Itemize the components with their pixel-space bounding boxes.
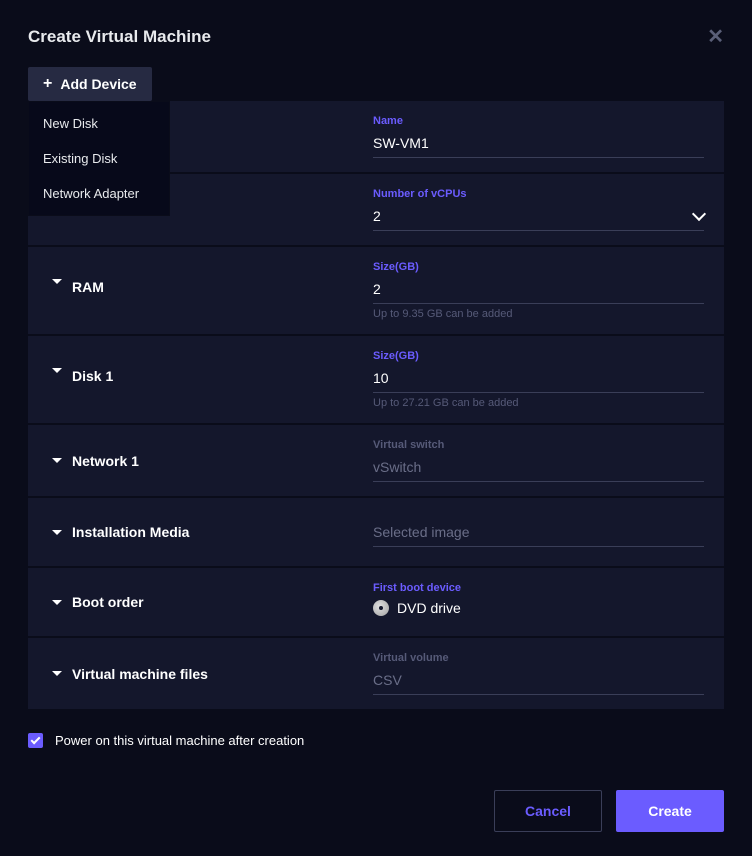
- vm-files-label: Virtual volume: [373, 652, 704, 664]
- section-install-media-body: Selected image: [373, 498, 724, 566]
- create-button[interactable]: Create: [616, 790, 724, 832]
- caret-icon: [52, 458, 62, 463]
- disk1-input[interactable]: 10: [373, 366, 704, 393]
- check-icon: [31, 735, 41, 745]
- power-on-checkbox[interactable]: [28, 733, 43, 748]
- network1-select[interactable]: vSwitch: [373, 455, 704, 482]
- close-icon[interactable]: ✕: [707, 24, 724, 49]
- section-disk1-header[interactable]: Disk 1: [28, 336, 373, 423]
- menu-item-new-disk[interactable]: New Disk: [29, 106, 169, 141]
- section-vm-files-title: Virtual machine files: [72, 666, 208, 682]
- install-media-select[interactable]: Selected image: [373, 520, 704, 547]
- section-vm-files: Virtual machine files Virtual volume CSV: [28, 636, 724, 709]
- section-boot-order-header[interactable]: Boot order: [28, 568, 373, 636]
- disc-icon: [373, 600, 389, 616]
- section-network1-header[interactable]: Network 1: [28, 425, 373, 496]
- caret-icon: [52, 530, 62, 535]
- vm-files-select[interactable]: CSV: [373, 668, 704, 695]
- name-label: Name: [373, 115, 704, 127]
- caret-icon: [52, 368, 62, 373]
- boot-device-value: DVD drive: [397, 600, 461, 616]
- cancel-button[interactable]: Cancel: [494, 790, 602, 832]
- caret-icon: [52, 671, 62, 676]
- add-device-menu: New Disk Existing Disk Network Adapter: [28, 101, 170, 216]
- boot-order-label: First boot device: [373, 582, 704, 594]
- dialog-title: Create Virtual Machine: [28, 27, 211, 47]
- chevron-down-icon: [692, 207, 706, 221]
- boot-device-item[interactable]: DVD drive: [373, 598, 704, 618]
- section-disk1-body: Size(GB) 10 Up to 27.21 GB can be added: [373, 336, 724, 423]
- add-device-label: Add Device: [60, 76, 136, 92]
- disk1-label: Size(GB): [373, 350, 704, 362]
- menu-item-network-adapter[interactable]: Network Adapter: [29, 176, 169, 211]
- plus-icon: +: [43, 76, 52, 92]
- section-general-body: Name SW-VM1: [373, 101, 724, 172]
- section-ram-header[interactable]: RAM: [28, 247, 373, 334]
- dialog-header: Create Virtual Machine ✕: [28, 24, 724, 49]
- add-device-wrap: + Add Device New Disk Existing Disk Netw…: [28, 67, 152, 101]
- caret-icon: [52, 600, 62, 605]
- section-disk1: Disk 1 Size(GB) 10 Up to 27.21 GB can be…: [28, 334, 724, 423]
- section-install-media-header[interactable]: Installation Media: [28, 498, 373, 566]
- vcpu-label: Number of vCPUs: [373, 188, 704, 200]
- footer-buttons: Cancel Create: [28, 790, 724, 832]
- section-ram-body: Size(GB) 2 Up to 9.35 GB can be added: [373, 247, 724, 334]
- network1-label: Virtual switch: [373, 439, 704, 451]
- disk1-hint: Up to 27.21 GB can be added: [373, 397, 704, 409]
- vcpu-value: 2: [373, 208, 381, 224]
- section-ram-title: RAM: [72, 279, 104, 295]
- power-on-checkbox-row: Power on this virtual machine after crea…: [28, 733, 724, 748]
- section-install-media-title: Installation Media: [72, 524, 189, 540]
- add-device-button[interactable]: + Add Device: [28, 67, 152, 101]
- section-network1: Network 1 Virtual switch vSwitch: [28, 423, 724, 496]
- create-vm-dialog: Create Virtual Machine ✕ + Add Device Ne…: [0, 0, 752, 856]
- section-boot-order-body: First boot device DVD drive: [373, 568, 724, 636]
- vcpu-select[interactable]: 2: [373, 204, 704, 231]
- section-ram: RAM Size(GB) 2 Up to 9.35 GB can be adde…: [28, 245, 724, 334]
- name-input[interactable]: SW-VM1: [373, 131, 704, 158]
- power-on-label: Power on this virtual machine after crea…: [55, 733, 304, 748]
- section-cpu-body: Number of vCPUs 2: [373, 174, 724, 245]
- section-disk1-title: Disk 1: [72, 368, 113, 384]
- section-boot-order: Boot order First boot device DVD drive: [28, 566, 724, 636]
- ram-hint: Up to 9.35 GB can be added: [373, 308, 704, 320]
- section-network1-body: Virtual switch vSwitch: [373, 425, 724, 496]
- menu-item-existing-disk[interactable]: Existing Disk: [29, 141, 169, 176]
- section-network1-title: Network 1: [72, 453, 139, 469]
- ram-input[interactable]: 2: [373, 277, 704, 304]
- caret-icon: [52, 279, 62, 284]
- section-vm-files-body: Virtual volume CSV: [373, 638, 724, 709]
- section-install-media: Installation Media Selected image: [28, 496, 724, 566]
- section-boot-order-title: Boot order: [72, 594, 144, 610]
- section-vm-files-header[interactable]: Virtual machine files: [28, 638, 373, 709]
- ram-label: Size(GB): [373, 261, 704, 273]
